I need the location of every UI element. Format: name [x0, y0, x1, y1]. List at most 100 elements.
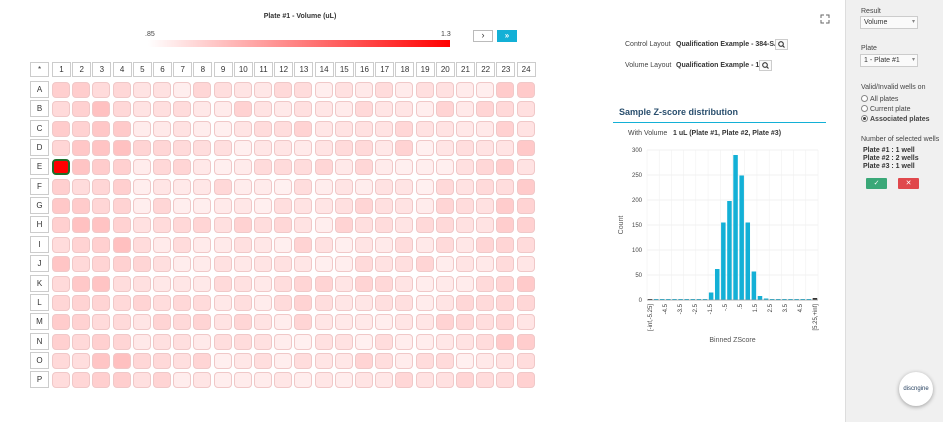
plate-well[interactable]: [233, 333, 252, 350]
plate-well[interactable]: [173, 82, 192, 98]
plate-well[interactable]: [516, 256, 535, 273]
result-select[interactable]: Volume ▾: [860, 16, 918, 29]
plate-well[interactable]: [233, 352, 252, 369]
plate-well[interactable]: [213, 294, 232, 311]
plate-well[interactable]: [375, 159, 394, 176]
radio-button[interactable]: [861, 95, 868, 102]
row-header[interactable]: D: [30, 139, 49, 157]
plate-well[interactable]: [476, 120, 495, 137]
plate-well[interactable]: [153, 178, 171, 195]
plate-well[interactable]: [334, 314, 353, 331]
plate-well[interactable]: [314, 236, 333, 253]
plate-well[interactable]: [132, 314, 151, 331]
plate-well[interactable]: [476, 256, 495, 273]
plate-well[interactable]: [193, 256, 212, 273]
plate-well[interactable]: [355, 314, 373, 331]
plate-well[interactable]: [173, 236, 192, 253]
plate-select[interactable]: 1 - Plate #1 ▾: [860, 54, 918, 67]
plate-well[interactable]: [496, 256, 515, 273]
plate-well[interactable]: [456, 372, 474, 389]
plate-well[interactable]: [52, 275, 70, 292]
plate-well[interactable]: [355, 101, 373, 118]
plate-well[interactable]: [435, 333, 454, 350]
plate-well[interactable]: [516, 178, 535, 195]
plate-well[interactable]: [173, 159, 192, 176]
plate-well[interactable]: [496, 275, 515, 292]
radio-associated-plates[interactable]: Associated plates: [861, 115, 930, 123]
plate-well[interactable]: [132, 159, 151, 176]
plate-well[interactable]: [395, 198, 414, 215]
plate-well[interactable]: [52, 159, 70, 176]
plate-well[interactable]: [516, 82, 535, 98]
plate-well[interactable]: [435, 101, 454, 118]
plate-well[interactable]: [233, 82, 252, 98]
plate-well[interactable]: [415, 140, 434, 157]
plate-well[interactable]: [435, 275, 454, 292]
plate-well[interactable]: [92, 256, 111, 273]
plate-well[interactable]: [496, 352, 515, 369]
plate-well[interactable]: [375, 101, 394, 118]
plate-well[interactable]: [476, 314, 495, 331]
plate-well[interactable]: [476, 333, 495, 350]
plate-well[interactable]: [213, 198, 232, 215]
plate-well[interactable]: [254, 333, 272, 350]
plate-well[interactable]: [132, 178, 151, 195]
row-header[interactable]: F: [30, 177, 49, 195]
plate-well[interactable]: [213, 256, 232, 273]
plate-well[interactable]: [415, 256, 434, 273]
row-header[interactable]: O: [30, 351, 49, 369]
plate-well[interactable]: [516, 159, 535, 176]
plate-well[interactable]: [274, 159, 293, 176]
plate-well[interactable]: [52, 82, 70, 98]
plate-well[interactable]: [375, 352, 394, 369]
plate-well[interactable]: [52, 178, 70, 195]
plate-well[interactable]: [476, 236, 495, 253]
column-header[interactable]: 14: [314, 62, 334, 77]
plate-well[interactable]: [132, 120, 151, 137]
plate-well[interactable]: [153, 236, 171, 253]
plate-well[interactable]: [375, 217, 394, 234]
column-header[interactable]: 1: [52, 62, 71, 77]
plate-well[interactable]: [314, 314, 333, 331]
plate-well[interactable]: [375, 314, 394, 331]
plate-well[interactable]: [456, 140, 474, 157]
plate-well[interactable]: [213, 333, 232, 350]
plate-well[interactable]: [52, 352, 70, 369]
plate-well[interactable]: [132, 333, 151, 350]
plate-well[interactable]: [193, 372, 212, 389]
plate-well[interactable]: [254, 198, 272, 215]
column-header[interactable]: 9: [213, 62, 233, 77]
plate-well[interactable]: [173, 178, 192, 195]
plate-well[interactable]: [92, 314, 111, 331]
column-header[interactable]: 7: [173, 62, 193, 77]
plate-well[interactable]: [112, 333, 131, 350]
plate-well[interactable]: [132, 294, 151, 311]
plate-well[interactable]: [355, 275, 373, 292]
plate-well[interactable]: [233, 256, 252, 273]
plate-well[interactable]: [375, 256, 394, 273]
plate-well[interactable]: [334, 352, 353, 369]
plate-well[interactable]: [254, 178, 272, 195]
plate-well[interactable]: [213, 275, 232, 292]
volume-layout-search-button[interactable]: [759, 60, 772, 71]
plate-well[interactable]: [375, 236, 394, 253]
plate-well[interactable]: [193, 140, 212, 157]
plate-well[interactable]: [92, 120, 111, 137]
plate-well[interactable]: [334, 198, 353, 215]
plate-well[interactable]: [435, 120, 454, 137]
plate-well[interactable]: [314, 82, 333, 98]
plate-well[interactable]: [355, 294, 373, 311]
plate-well[interactable]: [375, 120, 394, 137]
column-header[interactable]: 19: [415, 62, 435, 77]
plate-well[interactable]: [52, 256, 70, 273]
plate-well[interactable]: [274, 178, 293, 195]
plate-well[interactable]: [92, 178, 111, 195]
plate-well[interactable]: [233, 159, 252, 176]
plate-well[interactable]: [132, 198, 151, 215]
plate-well[interactable]: [395, 217, 414, 234]
plate-well[interactable]: [314, 178, 333, 195]
plate-well[interactable]: [314, 352, 333, 369]
plate-well[interactable]: [153, 159, 171, 176]
row-header[interactable]: M: [30, 313, 49, 331]
plate-well[interactable]: [516, 352, 535, 369]
